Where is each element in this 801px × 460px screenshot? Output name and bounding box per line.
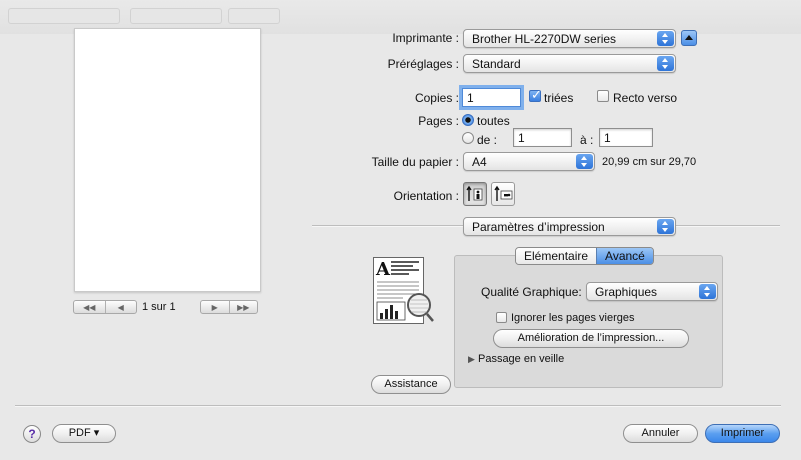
landscape-button[interactable] [491,182,515,206]
svg-text:A: A [375,259,391,280]
assistance-button[interactable]: Assistance [371,375,451,394]
paper-size-value: A4 [472,155,487,169]
presets-label: Préréglages : [387,57,459,71]
triangle-up-icon [685,35,693,40]
section-popup[interactable]: Paramètres d’impression [463,217,676,236]
presets-popup[interactable]: Standard [463,54,676,73]
preview-next-buttons[interactable]: ▶ ▶▶ [200,300,258,314]
sleep-disclosure[interactable]: ▶ Passage en veille [468,353,564,365]
presets-value: Standard [472,57,521,71]
printer-label: Imprimante : [392,31,459,45]
cancel-button[interactable]: Annuler [623,424,698,443]
pages-from-label: de : [477,133,498,147]
expand-dialog-button[interactable] [681,30,697,46]
disclosure-triangle-icon: ▶ [468,354,475,364]
quality-label: Qualité Graphique: [481,285,582,299]
page-count: 1 sur 1 [142,301,176,313]
portrait-button[interactable] [463,182,487,206]
copies-label: Copies : [414,91,459,105]
ghost-control [228,8,280,24]
printer-value: Brother HL-2270DW series [472,32,617,46]
sleep-label: Passage en veille [477,353,565,365]
popup-arrows-icon [657,31,674,46]
popup-arrows-icon [657,219,674,234]
pages-to-input[interactable]: 1 [599,128,653,147]
pages-all-label: toutes [477,114,510,128]
paper-dimensions: 20,99 cm sur 29,70 [602,156,697,168]
popup-arrows-icon [576,154,593,169]
duplex-label: Recto verso [613,91,678,105]
collated-checkbox[interactable] [529,87,542,103]
quality-popup[interactable]: Graphiques [586,282,718,301]
tab-control: Elémentaire Avancé [515,247,654,265]
pages-label: Pages : [418,114,459,128]
paper-size-label: Taille du papier : [371,155,459,169]
improve-print-button[interactable]: Amélioration de l’impression... [493,329,689,348]
next-page-icon[interactable]: ▶ [201,303,229,312]
pdf-button[interactable]: PDF ▾ [52,424,116,443]
help-button[interactable]: ? [23,425,41,443]
pages-to-label: à : [580,133,594,147]
footer-divider [15,405,781,407]
first-page-icon[interactable]: ◀◀ [74,303,105,312]
printer-popup[interactable]: Brother HL-2270DW series [463,29,676,48]
preview-prev-buttons[interactable]: ◀◀ ◀ [73,300,137,314]
skip-blank-label: Ignorer les pages vierges [511,312,635,324]
section-popup-value: Paramètres d’impression [472,220,605,234]
popup-arrows-icon [657,56,674,71]
orientation-label: Orientation : [393,189,459,203]
paper-size-popup[interactable]: A4 [463,152,595,171]
page-preview [74,28,261,292]
pages-from-input[interactable]: 1 [513,128,572,147]
tab-basic[interactable]: Elémentaire [516,248,597,264]
print-button[interactable]: Imprimer [705,424,780,443]
landscape-icon [494,185,513,201]
portrait-icon [466,185,483,201]
ghost-control [8,8,120,24]
last-page-icon[interactable]: ▶▶ [230,303,258,312]
print-quality-icon: A [373,257,435,327]
prev-page-icon[interactable]: ◀ [106,303,137,312]
quality-value: Graphiques [595,285,658,299]
duplex-checkbox[interactable] [597,90,609,102]
collated-label: triées [544,91,574,105]
tab-advanced[interactable]: Avancé [596,248,653,264]
copies-input[interactable]: 1 [462,88,521,107]
skip-blank-checkbox[interactable] [496,312,507,323]
popup-arrows-icon [699,284,716,299]
pages-range-radio[interactable] [462,132,474,144]
pages-all-radio[interactable] [462,114,474,126]
ghost-control [130,8,222,24]
